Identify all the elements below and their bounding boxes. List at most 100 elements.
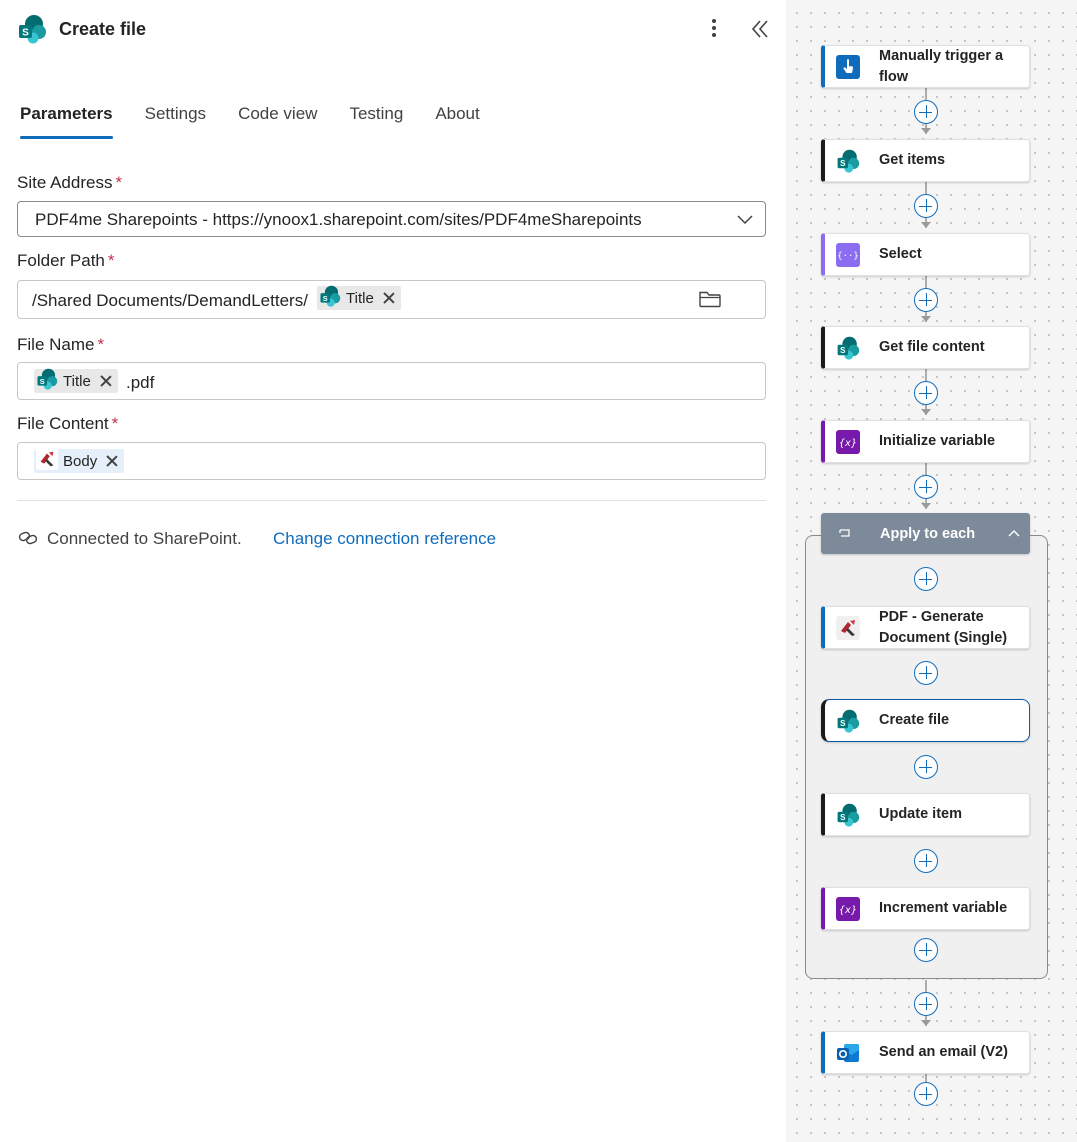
- file-content-body-token: Body: [34, 447, 125, 475]
- file-name-input[interactable]: S Title .pdf: [17, 362, 766, 400]
- connection-link-icon: [18, 529, 38, 552]
- site-address-label: Site Address *: [17, 173, 123, 192]
- token-label: Title: [63, 372, 91, 390]
- step-label: Get file content: [879, 339, 985, 355]
- step-label: Apply to each: [880, 525, 976, 542]
- step-label: Select: [879, 246, 922, 262]
- file-name-suffix: .pdf: [126, 373, 155, 392]
- flow-step-send-email[interactable]: Send an email (V2): [821, 1031, 1030, 1074]
- folder-path-input[interactable]: /Shared Documents/DemandLetters/ S Title: [17, 280, 766, 319]
- add-step-icon[interactable]: [914, 567, 938, 591]
- change-connection-link[interactable]: Change connection reference: [273, 529, 496, 549]
- add-step-icon[interactable]: [914, 1082, 938, 1106]
- required-mark: *: [115, 173, 123, 192]
- add-step-icon[interactable]: [914, 381, 938, 405]
- sharepoint-icon: S: [836, 336, 860, 360]
- flow-step-pdf-generate-document[interactable]: PDF - Generate Document (Single): [821, 606, 1030, 649]
- remove-token-icon[interactable]: [100, 375, 112, 387]
- file-name-title-token: S Title: [34, 368, 118, 395]
- variable-icon: {x}: [836, 430, 860, 454]
- required-mark: *: [111, 414, 119, 433]
- tab-testing[interactable]: Testing: [349, 100, 403, 140]
- svg-text:S: S: [22, 28, 29, 39]
- remove-token-icon[interactable]: [106, 455, 118, 467]
- trigger-icon: [836, 55, 860, 79]
- step-label: Create file: [879, 712, 950, 728]
- token-label: Body: [63, 452, 98, 470]
- sharepoint-icon: S: [836, 803, 860, 827]
- add-step-icon[interactable]: [914, 194, 938, 218]
- connection-status: Connected to SharePoint.: [47, 529, 242, 548]
- svg-text:S: S: [840, 719, 846, 728]
- pdf4me-icon: [836, 616, 860, 640]
- folder-path-prefix: /Shared Documents/DemandLetters/: [32, 291, 308, 310]
- add-step-icon[interactable]: [914, 100, 938, 124]
- flow-step-create-file[interactable]: S Create file: [821, 699, 1030, 742]
- flow-step-select[interactable]: {··} Select: [821, 233, 1030, 276]
- step-label: Increment variable: [879, 900, 1008, 916]
- collapse-panel-icon[interactable]: [748, 16, 772, 42]
- add-step-icon[interactable]: [914, 992, 938, 1016]
- flow-step-get-file-content[interactable]: S Get file content: [821, 326, 1030, 369]
- svg-text:S: S: [840, 159, 846, 168]
- sharepoint-icon: S: [17, 14, 47, 49]
- pdf4me-icon: [36, 447, 58, 475]
- remove-token-icon[interactable]: [383, 292, 395, 304]
- tab-settings[interactable]: Settings: [145, 100, 206, 140]
- step-label: Manually trigger a flow: [879, 47, 1004, 85]
- flow-step-get-items[interactable]: S Get items: [821, 139, 1030, 182]
- required-mark: *: [107, 251, 115, 270]
- svg-text:{x}: {x}: [839, 438, 857, 449]
- step-label: Get items: [879, 152, 946, 168]
- folder-path-title-token: S Title: [317, 285, 401, 312]
- step-label: PDF - Generate Document (Single): [879, 608, 1008, 646]
- flow-step-initialize-variable[interactable]: {x} Initialize variable: [821, 420, 1030, 463]
- add-step-icon[interactable]: [914, 288, 938, 312]
- variable-icon: {x}: [836, 897, 860, 921]
- sharepoint-icon: S: [836, 149, 860, 173]
- file-content-input[interactable]: Body: [17, 442, 766, 480]
- step-label: Send an email (V2): [879, 1044, 1008, 1060]
- svg-text:S: S: [840, 346, 846, 355]
- folder-path-label: Folder Path *: [17, 251, 115, 270]
- data-operation-icon: {··}: [836, 243, 860, 267]
- sharepoint-icon: S: [319, 285, 341, 312]
- svg-text:S: S: [323, 293, 328, 302]
- step-label: Update item: [879, 806, 962, 822]
- outlook-icon: [836, 1041, 860, 1065]
- svg-text:S: S: [40, 376, 45, 385]
- tab-code-view[interactable]: Code view: [238, 100, 317, 140]
- add-step-icon[interactable]: [914, 475, 938, 499]
- action-details-panel: S Create file Parameters Settings Code v…: [0, 0, 786, 1142]
- apply-to-each-header[interactable]: Apply to each: [821, 513, 1030, 554]
- required-mark: *: [97, 335, 105, 354]
- sharepoint-icon: S: [36, 368, 58, 395]
- add-step-icon[interactable]: [914, 849, 938, 873]
- panel-header: S Create file: [0, 0, 786, 60]
- svg-text:S: S: [840, 813, 846, 822]
- token-label: Title: [346, 289, 374, 307]
- panel-tabs: Parameters Settings Code view Testing Ab…: [20, 100, 512, 142]
- flow-step-increment-variable[interactable]: {x} Increment variable: [821, 887, 1030, 930]
- divider: [17, 500, 766, 501]
- flow-designer-canvas[interactable]: Manually trigger a flow S Get items {··}…: [786, 0, 1077, 1142]
- folder-browse-icon[interactable]: [698, 289, 722, 314]
- flow-step-manual-trigger[interactable]: Manually trigger a flow: [821, 45, 1030, 88]
- more-options-icon[interactable]: [704, 16, 724, 44]
- svg-text:{x}: {x}: [839, 905, 857, 916]
- tab-about[interactable]: About: [435, 100, 479, 140]
- flow-step-update-item[interactable]: S Update item: [821, 793, 1030, 836]
- add-step-icon[interactable]: [914, 755, 938, 779]
- site-address-dropdown[interactable]: PDF4me Sharepoints - https://ynoox1.shar…: [17, 201, 766, 237]
- panel-title: Create file: [59, 19, 147, 39]
- step-label: Initialize variable: [879, 433, 996, 449]
- sharepoint-icon: S: [836, 709, 860, 733]
- add-step-icon[interactable]: [914, 938, 938, 962]
- add-step-icon[interactable]: [914, 661, 938, 685]
- site-address-value: PDF4me Sharepoints - https://ynoox1.shar…: [35, 210, 642, 229]
- file-content-label: File Content *: [17, 414, 119, 433]
- file-name-label: File Name *: [17, 335, 105, 354]
- chevron-down-icon: [737, 212, 753, 231]
- tab-parameters[interactable]: Parameters: [20, 100, 113, 140]
- svg-text:{··}: {··}: [837, 252, 859, 262]
